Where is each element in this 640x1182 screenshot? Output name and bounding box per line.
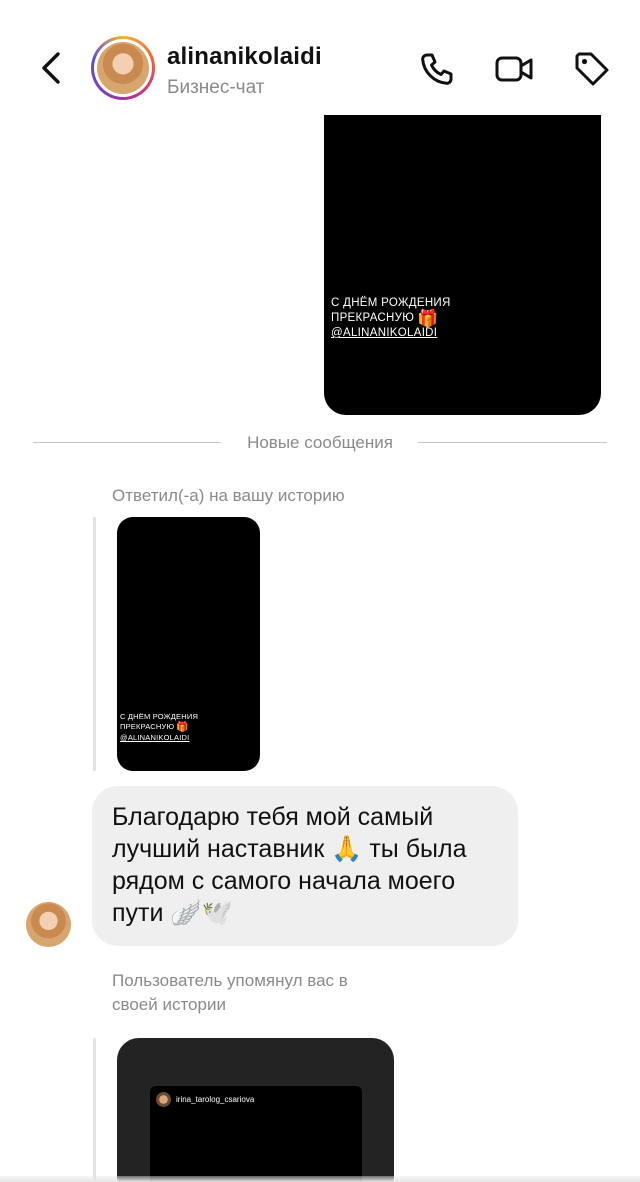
- message-text: Благодарю тебя мой самый лучший наставни…: [112, 803, 467, 927]
- story-caption: С ДНЁМ РОЖДЕНИЯ ПРЕКРАСНУЮ 🎁 @ALINANIKOLA…: [120, 712, 250, 743]
- tag-icon: [575, 52, 609, 86]
- quote-bar: [93, 517, 96, 771]
- composer-edge: [0, 1176, 640, 1182]
- chat-header: alinanikolaidi Бизнес-чат: [0, 0, 640, 115]
- sender-avatar[interactable]: [26, 902, 71, 947]
- story-mention: @ALINANIKOLAIDI: [331, 327, 438, 339]
- sent-story-message[interactable]: С ДНЁМ РОЖДЕНИЯ ПРЕКРАСНУЮ 🎁 @ALINANIKOLA…: [324, 100, 601, 415]
- back-icon: [42, 52, 60, 84]
- avatar-image: [97, 42, 149, 94]
- story-author-avatar: [156, 1092, 171, 1107]
- new-messages-divider-label: Новые сообщения: [247, 433, 393, 452]
- mentioned-in-story-label: Пользователь упомянул вас в своей истори…: [112, 971, 348, 1014]
- phone-icon: [421, 53, 453, 85]
- story-author-name: irina_tarolog_csariova: [176, 1095, 255, 1104]
- message-bubble[interactable]: Благодарю тебя мой самый лучший наставни…: [92, 786, 518, 946]
- story-mention: @ALINANIKOLAIDI: [120, 733, 190, 742]
- video-call-button[interactable]: [494, 49, 534, 89]
- profile-avatar[interactable]: [91, 36, 155, 100]
- mention-story-preview[interactable]: irina_tarolog_csariova: [117, 1038, 394, 1182]
- video-icon: [495, 56, 533, 82]
- chat-subtitle: Бизнес-чат: [167, 77, 265, 98]
- story-frame: irina_tarolog_csariova: [150, 1086, 362, 1182]
- label-button[interactable]: [572, 49, 612, 89]
- quote-bar: [93, 1038, 96, 1182]
- gift-emoji-icon: 🎁: [417, 309, 439, 328]
- replied-to-story-label: Ответил(-а) на вашу историю: [112, 486, 345, 505]
- story-caption: С ДНЁМ РОЖДЕНИЯ ПРЕКРАСНУЮ 🎁 @ALINANIKOLA…: [331, 296, 531, 341]
- gift-emoji-icon: 🎁: [176, 722, 189, 733]
- back-button[interactable]: [30, 46, 74, 90]
- audio-call-button[interactable]: [416, 49, 456, 89]
- replied-story-thumbnail[interactable]: С ДНЁМ РОЖДЕНИЯ ПРЕКРАСНУЮ 🎁 @ALINANIKOLA…: [117, 517, 260, 771]
- chat-username[interactable]: alinanikolaidi: [167, 43, 322, 71]
- chat-screen: alinanikolaidi Бизнес-чат С ДНЁМ РОЖДЕНИ…: [0, 0, 640, 1182]
